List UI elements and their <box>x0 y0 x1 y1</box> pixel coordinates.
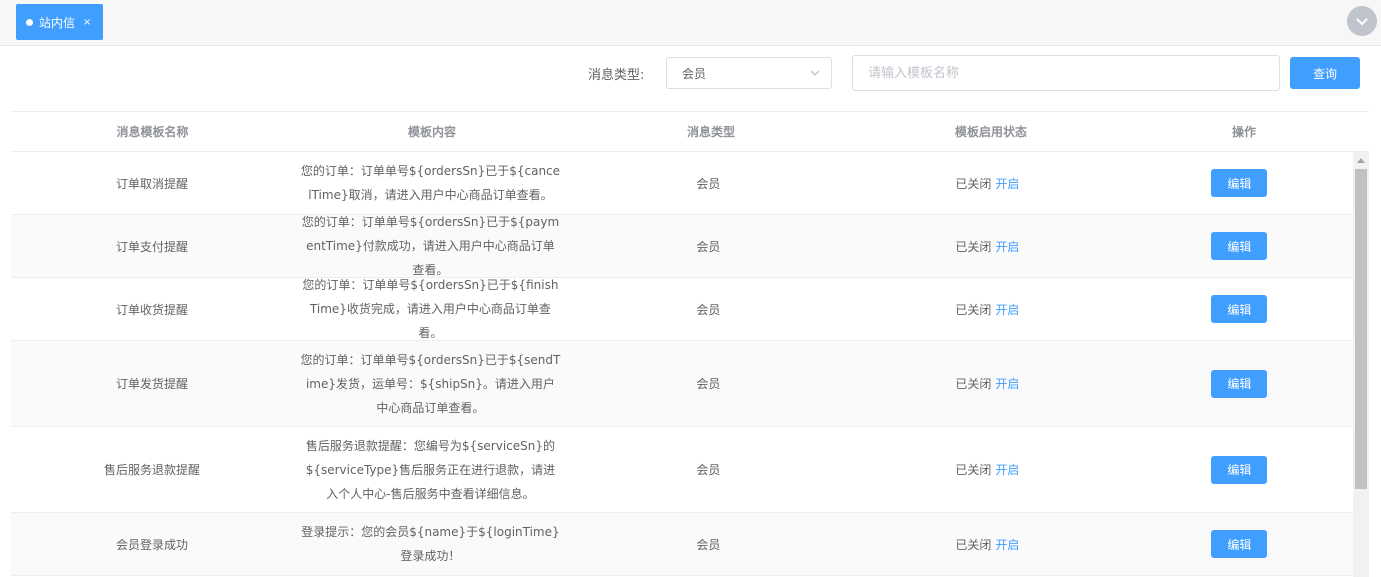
table-row: 会员登录成功 登录提示：您的会员${name}于${loginTime}登录成功… <box>11 513 1353 576</box>
tab-bar: 站内信 × <box>0 0 1381 46</box>
row-status: 已关闭 <box>955 537 992 552</box>
row-template-name: 订单取消提醒 <box>115 176 188 191</box>
message-type-select[interactable]: 会员 <box>666 57 832 89</box>
header-actions: 操作 <box>1231 125 1256 139</box>
message-type-label: 消息类型: <box>588 68 645 83</box>
row-template-name: 会员登录成功 <box>115 537 188 552</box>
edit-button[interactable]: 编辑 <box>1211 369 1268 398</box>
table-row: 订单支付提醒 您的订单：订单单号${ordersSn}已于${paymentTi… <box>11 215 1353 278</box>
table-row: 订单取消提醒 您的订单：订单单号${ordersSn}已于${cancelTim… <box>11 152 1353 215</box>
row-template-name: 订单收货提醒 <box>115 302 188 317</box>
row-status: 已关闭 <box>955 239 992 254</box>
header-status: 模板启用状态 <box>954 125 1027 139</box>
row-template-content: 您的订单：订单单号${ordersSn}已于${finishTime}收货完成，… <box>302 278 559 340</box>
row-template-content: 售后服务退款提醒：您编号为${serviceSn}的${serviceType}… <box>305 438 556 501</box>
row-status: 已关闭 <box>955 463 992 477</box>
row-message-type: 会员 <box>696 377 721 391</box>
scroll-up-arrow-icon[interactable] <box>1353 152 1369 168</box>
row-status: 已关闭 <box>955 176 992 191</box>
header-message-type: 消息类型 <box>686 125 735 139</box>
message-type-value: 会员 <box>682 66 707 81</box>
edit-button[interactable]: 编辑 <box>1211 169 1268 197</box>
row-status: 已关闭 <box>955 377 992 391</box>
row-message-type: 会员 <box>696 239 721 254</box>
table-row: 售后服务退款提醒 售后服务退款提醒：您编号为${serviceSn}的${ser… <box>11 427 1353 513</box>
chevron-down-icon <box>1356 18 1368 26</box>
chevron-down-icon <box>810 70 820 76</box>
row-message-type: 会员 <box>696 463 721 477</box>
row-message-type: 会员 <box>696 176 721 191</box>
table-header: 消息模板名称 模板内容 消息类型 模板启用状态 操作 <box>11 111 1369 152</box>
row-template-content: 登录提示：您的会员${name}于${loginTime}登录成功！ <box>301 525 560 563</box>
table-row: 订单收货提醒 您的订单：订单单号${ordersSn}已于${finishTim… <box>11 278 1353 341</box>
row-template-name: 订单发货提醒 <box>115 377 188 391</box>
active-dot-icon <box>26 18 33 26</box>
template-name-search-input[interactable] <box>852 55 1280 91</box>
query-button[interactable]: 查询 <box>1290 57 1360 89</box>
enable-link[interactable]: 开启 <box>995 303 1019 317</box>
scrollbar-thumb[interactable] <box>1355 169 1367 489</box>
filter-bar: 消息类型: 会员 查询 <box>0 55 1381 91</box>
edit-button[interactable]: 编辑 <box>1211 530 1268 558</box>
row-message-type: 会员 <box>696 302 721 317</box>
edit-button[interactable]: 编辑 <box>1211 232 1268 260</box>
edit-button[interactable]: 编辑 <box>1211 455 1268 484</box>
tab-label: 站内信 <box>39 15 76 30</box>
table-body: 订单取消提醒 您的订单：订单单号${ordersSn}已于${cancelTim… <box>11 152 1353 576</box>
close-icon[interactable]: × <box>83 17 91 28</box>
enable-link[interactable]: 开启 <box>995 177 1019 191</box>
enable-link[interactable]: 开启 <box>995 240 1019 254</box>
row-status: 已关闭 <box>955 302 992 317</box>
row-message-type: 会员 <box>696 537 721 552</box>
vertical-scrollbar[interactable] <box>1353 152 1369 577</box>
edit-button[interactable]: 编辑 <box>1211 295 1268 323</box>
header-template-content: 模板内容 <box>407 125 456 139</box>
template-table: 消息模板名称 模板内容 消息类型 模板启用状态 操作 订单取消提醒 您的订单：订… <box>11 111 1369 576</box>
enable-link[interactable]: 开启 <box>995 377 1019 391</box>
enable-link[interactable]: 开启 <box>995 538 1019 552</box>
enable-link[interactable]: 开启 <box>995 463 1019 477</box>
row-template-name: 订单支付提醒 <box>115 239 188 254</box>
collapse-button[interactable] <box>1347 6 1377 36</box>
row-template-name: 售后服务退款提醒 <box>103 463 200 477</box>
row-template-content: 您的订单：订单单号${ordersSn}已于${sendTime}发货，运单号：… <box>300 352 561 415</box>
table-row: 订单发货提醒 您的订单：订单单号${ordersSn}已于${sendTime}… <box>11 341 1353 427</box>
tab-messages[interactable]: 站内信 × <box>16 4 103 40</box>
header-template-name: 消息模板名称 <box>116 125 189 139</box>
